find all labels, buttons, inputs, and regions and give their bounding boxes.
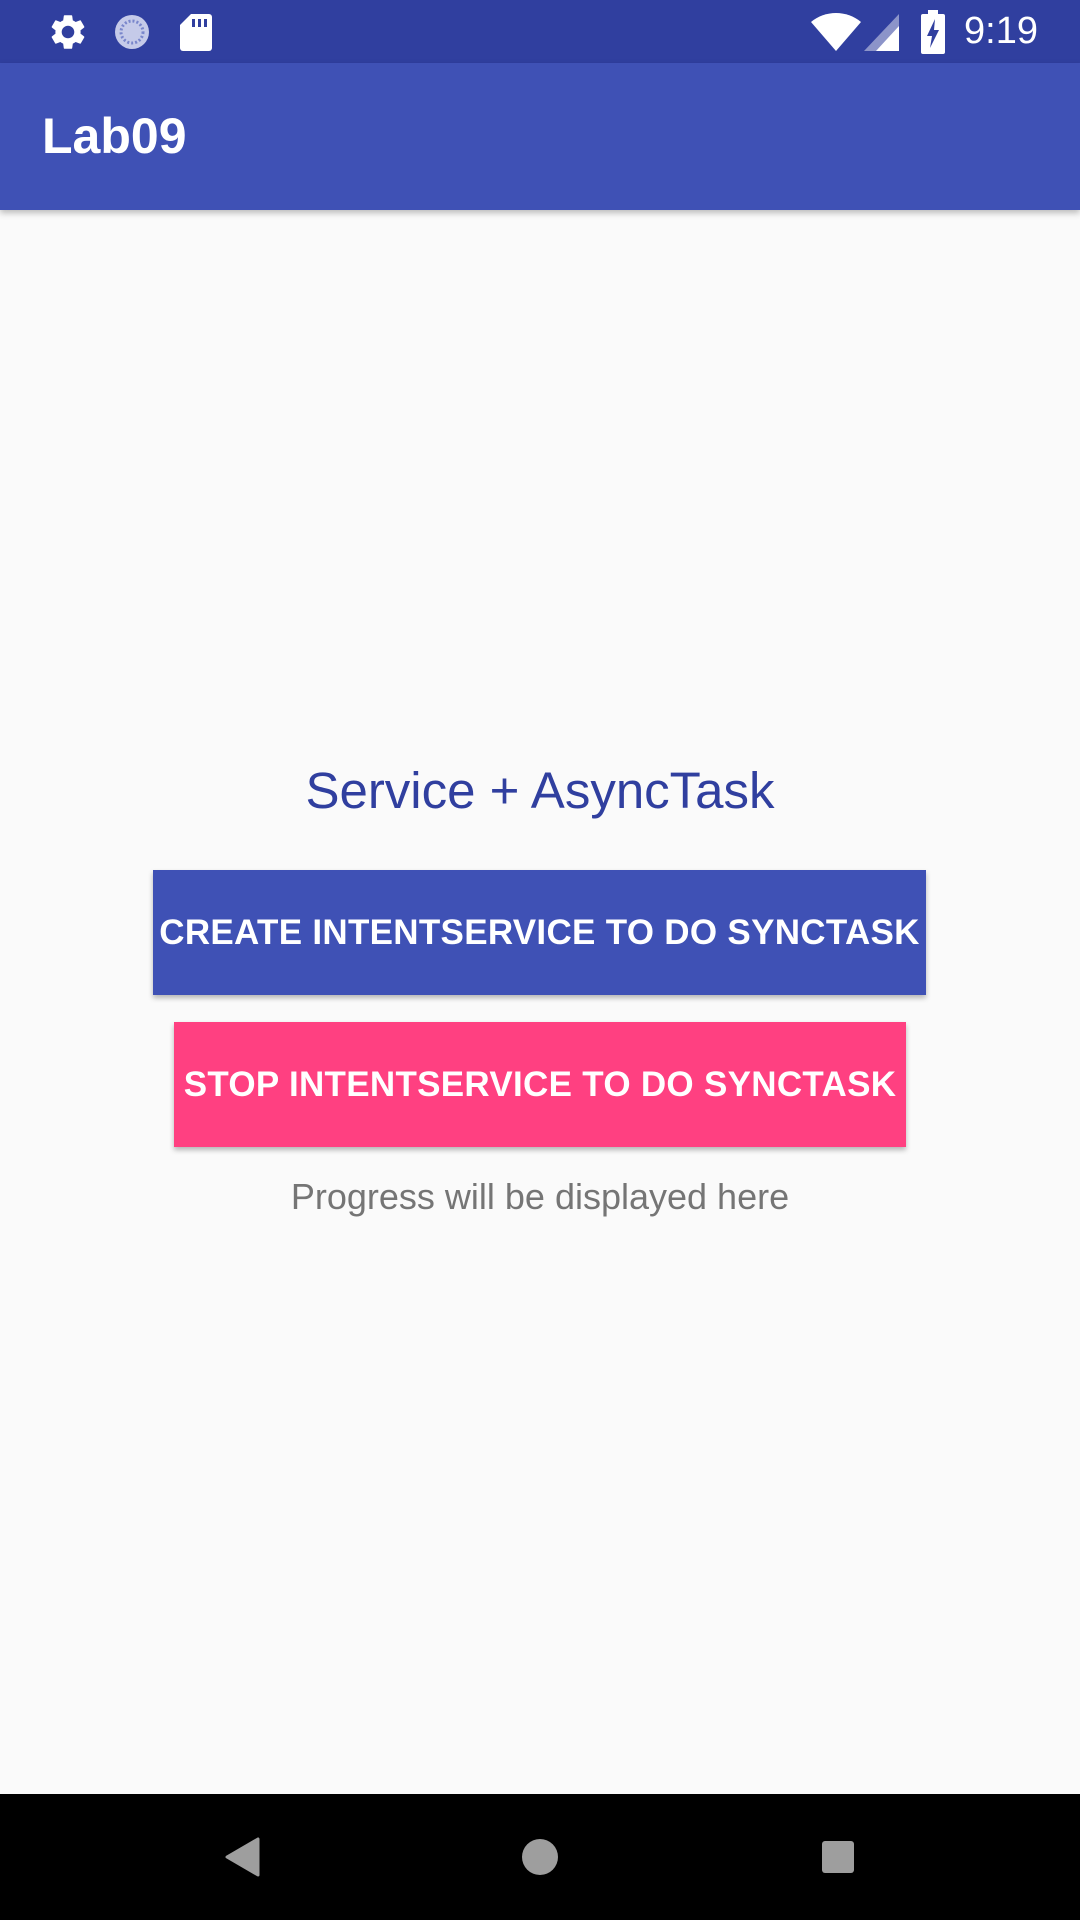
back-icon[interactable]	[182, 1794, 302, 1920]
stop-intentservice-button-label: STOP INTENTSERVICE TO DO SYNCTASK	[183, 1064, 897, 1104]
cell-signal-icon	[862, 0, 902, 63]
recents-icon[interactable]	[778, 1794, 898, 1920]
app-title: Lab09	[42, 108, 187, 164]
create-intentservice-button-label: CREATE INTENTSERVICE TO DO SYNCTASK	[159, 912, 920, 952]
sd-card-icon	[172, 0, 220, 63]
create-intentservice-button[interactable]: CREATE INTENTSERVICE TO DO SYNCTASK	[153, 870, 926, 995]
loading-circle-icon	[108, 0, 156, 63]
battery-charging-icon	[918, 0, 948, 63]
navigation-bar	[0, 1794, 1080, 1920]
page-heading: Service + AsyncTask	[305, 762, 775, 819]
status-bar: 9:19	[0, 0, 1080, 63]
wifi-icon	[808, 0, 864, 63]
progress-text: Progress will be displayed here	[290, 1176, 790, 1217]
status-time: 9:19	[964, 10, 1038, 52]
settings-gear-icon	[44, 0, 92, 63]
app-bar: Lab09	[0, 63, 1080, 210]
home-icon[interactable]	[480, 1794, 600, 1920]
main-content: Service + AsyncTask CREATE INTENTSERVICE…	[0, 210, 1080, 1794]
stop-intentservice-button[interactable]: STOP INTENTSERVICE TO DO SYNCTASK	[174, 1022, 906, 1147]
